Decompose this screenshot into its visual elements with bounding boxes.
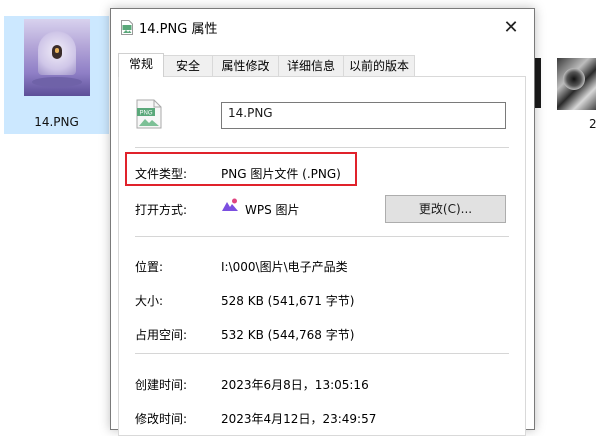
png-file-icon <box>121 20 133 35</box>
file-type-value: PNG 图片文件 (.PNG) <box>221 167 341 181</box>
size-value: 528 KB (541,671 字节) <box>221 294 355 308</box>
change-button[interactable]: 更改(C)... <box>385 195 506 223</box>
tab-general[interactable]: 常规 <box>118 53 164 77</box>
properties-dialog: 14.PNG 属性 ✕ 常规 安全 属性修改 详细信息 以前的版本 PNG 14… <box>110 8 535 436</box>
tab-details[interactable]: 详细信息 <box>278 55 344 76</box>
tab-previous-versions[interactable]: 以前的版本 <box>343 55 415 76</box>
file-type-label: 文件类型: <box>135 167 188 181</box>
file-thumbnail <box>24 19 90 96</box>
size-on-disk-label: 占用空间: <box>135 328 188 342</box>
created-value: 2023年6月8日，13:05:16 <box>221 378 369 392</box>
file-item-name: 14.PNG <box>34 115 79 129</box>
tab-bar: 常规 安全 属性修改 详细信息 以前的版本 <box>118 53 518 77</box>
modified-label: 修改时间: <box>135 412 188 426</box>
open-with-label: 打开方式: <box>135 203 188 217</box>
size-label: 大小: <box>135 294 164 308</box>
general-tab-panel: PNG 14.PNG 文件类型: PNG 图片文件 (.PNG) 打开方式: W… <box>118 76 526 436</box>
divider <box>135 353 509 354</box>
wps-picture-icon <box>222 198 238 211</box>
png-icon-label: PNG <box>139 111 152 117</box>
location-value: I:\000\图片\电子产品类 <box>221 260 348 274</box>
file-item-name-partial: 2 <box>589 117 596 131</box>
dialog-titlebar[interactable]: 14.PNG 属性 ✕ <box>111 9 534 46</box>
close-button[interactable]: ✕ <box>488 9 534 46</box>
selected-file-item[interactable]: 14.PNG <box>4 16 109 134</box>
file-name-input[interactable]: 14.PNG <box>221 102 506 129</box>
modified-value: 2023年4月12日，23:49:57 <box>221 412 377 426</box>
open-with-value: WPS 图片 <box>245 203 300 217</box>
camera-lens-thumbnail[interactable] <box>557 58 596 110</box>
created-label: 创建时间: <box>135 378 188 392</box>
size-on-disk-value: 532 KB (544,768 字节) <box>221 328 355 342</box>
divider <box>135 147 509 148</box>
location-label: 位置: <box>135 260 164 274</box>
tab-attribute-modify[interactable]: 属性修改 <box>212 55 279 76</box>
close-icon: ✕ <box>503 17 519 38</box>
png-file-large-icon: PNG <box>136 99 162 129</box>
dialog-title: 14.PNG 属性 <box>139 22 218 37</box>
tab-security[interactable]: 安全 <box>163 55 213 76</box>
divider <box>135 236 509 237</box>
